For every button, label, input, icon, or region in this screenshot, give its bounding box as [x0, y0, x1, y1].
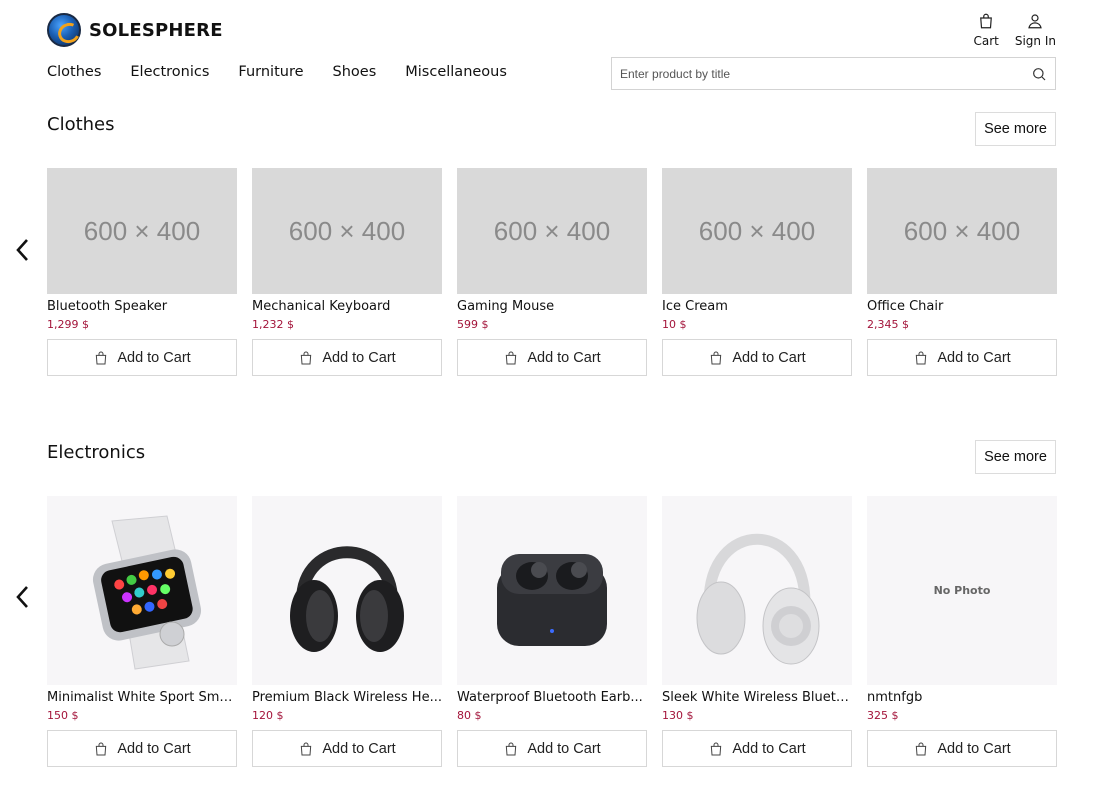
product-card[interactable]: 600 × 400 Bluetooth Speaker 1,299 $ Add …: [47, 168, 237, 376]
product-price: 1,232 $: [252, 318, 294, 331]
product-price: 10 $: [662, 318, 687, 331]
sign-in-label: Sign In: [1014, 34, 1056, 48]
product-card[interactable]: Minimalist White Sport Sma... 150 $ Add …: [47, 496, 237, 767]
product-image-missing: No Photo: [867, 496, 1057, 685]
product-card[interactable]: 600 × 400 Office Chair 2,345 $ Add to Ca…: [867, 168, 1057, 376]
product-image-placeholder: 600 × 400: [662, 168, 852, 294]
product-name: Waterproof Bluetooth Earb...: [457, 690, 643, 705]
section-title: Clothes: [47, 114, 115, 135]
user-icon: [1028, 14, 1043, 29]
add-to-cart-label: Add to Cart: [527, 740, 601, 757]
product-card[interactable]: No Photo nmtnfgb 325 $ Add to Cart: [867, 496, 1057, 767]
product-price: 120 $: [252, 709, 284, 722]
cart-label: Cart: [973, 34, 999, 48]
add-to-cart-button[interactable]: Add to Cart: [252, 339, 442, 376]
product-price: 2,345 $: [867, 318, 909, 331]
brand-logo[interactable]: SOLESPHERE: [47, 13, 223, 47]
shopping-bag-icon: [301, 351, 312, 364]
product-price: 599 $: [457, 318, 489, 331]
shopping-bag-icon: [96, 742, 107, 755]
product-image-placeholder: 600 × 400: [457, 168, 647, 294]
nav-item-shoes[interactable]: Shoes: [333, 64, 377, 80]
shopping-bag-icon: [711, 351, 722, 364]
add-to-cart-button[interactable]: Add to Cart: [252, 730, 442, 767]
add-to-cart-button[interactable]: Add to Cart: [662, 730, 852, 767]
earbuds-image: [457, 496, 647, 685]
add-to-cart-button[interactable]: Add to Cart: [867, 730, 1057, 767]
product-price: 80 $: [457, 709, 482, 722]
product-image-placeholder: 600 × 400: [47, 168, 237, 294]
product-card[interactable]: 600 × 400 Gaming Mouse 599 $ Add to Cart: [457, 168, 647, 376]
add-to-cart-button[interactable]: Add to Cart: [867, 339, 1057, 376]
brand-logo-icon: [47, 13, 81, 47]
add-to-cart-label: Add to Cart: [937, 349, 1011, 366]
shopping-bag-icon: [711, 742, 722, 755]
product-name: Gaming Mouse: [457, 299, 555, 314]
white-headphones-image: [662, 496, 852, 685]
cart-button[interactable]: Cart: [973, 12, 999, 48]
add-to-cart-label: Add to Cart: [732, 349, 806, 366]
search-input[interactable]: [612, 58, 1023, 89]
add-to-cart-label: Add to Cart: [527, 349, 601, 366]
product-price: 1,299 $: [47, 318, 89, 331]
add-to-cart-button[interactable]: Add to Cart: [457, 339, 647, 376]
product-name: Minimalist White Sport Sma...: [47, 690, 237, 705]
product-name: Premium Black Wireless He...: [252, 690, 442, 705]
shopping-bag-icon: [916, 351, 927, 364]
add-to-cart-label: Add to Cart: [117, 349, 191, 366]
shopping-bag-icon: [506, 742, 517, 755]
product-image-placeholder: 600 × 400: [252, 168, 442, 294]
shopping-bag-icon: [980, 13, 993, 29]
section-title: Electronics: [47, 442, 146, 463]
product-card[interactable]: Sleek White Wireless Blueto... 130 $ Add…: [662, 496, 852, 767]
add-to-cart-label: Add to Cart: [322, 740, 396, 757]
product-carousel: 600 × 400 Bluetooth Speaker 1,299 $ Add …: [47, 168, 1057, 376]
shopping-bag-icon: [916, 742, 927, 755]
product-price: 130 $: [662, 709, 694, 722]
product-name: Bluetooth Speaker: [47, 299, 168, 314]
smartwatch-image: [47, 496, 237, 685]
product-name: Office Chair: [867, 299, 944, 314]
nav-item-clothes[interactable]: Clothes: [47, 64, 101, 80]
see-more-button[interactable]: See more: [975, 440, 1056, 474]
add-to-cart-label: Add to Cart: [937, 740, 1011, 757]
add-to-cart-button[interactable]: Add to Cart: [457, 730, 647, 767]
product-card[interactable]: Premium Black Wireless He... 120 $ Add t…: [252, 496, 442, 767]
nav-item-miscellaneous[interactable]: Miscellaneous: [405, 64, 507, 80]
black-headphones-image: [252, 496, 442, 685]
product-price: 150 $: [47, 709, 79, 722]
chevron-left-icon[interactable]: [14, 584, 32, 610]
add-to-cart-button[interactable]: Add to Cart: [47, 730, 237, 767]
product-image-placeholder: 600 × 400: [867, 168, 1057, 294]
see-more-button[interactable]: See more: [975, 112, 1056, 146]
product-card[interactable]: 600 × 400 Ice Cream 10 $ Add to Cart: [662, 168, 852, 376]
shopping-bag-icon: [301, 742, 312, 755]
product-card[interactable]: 600 × 400 Mechanical Keyboard 1,232 $ Ad…: [252, 168, 442, 376]
brand-name: SOLESPHERE: [89, 19, 223, 41]
add-to-cart-label: Add to Cart: [732, 740, 806, 757]
product-name: Sleek White Wireless Blueto...: [662, 690, 852, 705]
header-actions: Cart Sign In: [973, 12, 1056, 48]
category-nav: Clothes Electronics Furniture Shoes Misc…: [47, 64, 507, 80]
add-to-cart-button[interactable]: Add to Cart: [47, 339, 237, 376]
product-name: Mechanical Keyboard: [252, 299, 391, 314]
add-to-cart-label: Add to Cart: [117, 740, 191, 757]
add-to-cart-button[interactable]: Add to Cart: [662, 339, 852, 376]
add-to-cart-label: Add to Cart: [322, 349, 396, 366]
product-name: nmtnfgb: [867, 690, 923, 705]
product-card[interactable]: Waterproof Bluetooth Earb... 80 $ Add to…: [457, 496, 647, 767]
product-name: Ice Cream: [662, 299, 728, 314]
sign-in-button[interactable]: Sign In: [1015, 12, 1056, 48]
chevron-left-icon[interactable]: [14, 237, 32, 263]
shopping-bag-icon: [96, 351, 107, 364]
nav-item-furniture[interactable]: Furniture: [238, 64, 303, 80]
no-photo-label: No Photo: [933, 584, 991, 597]
shopping-bag-icon: [506, 351, 517, 364]
nav-item-electronics[interactable]: Electronics: [130, 64, 209, 80]
product-carousel: Minimalist White Sport Sma... 150 $ Add …: [47, 496, 1057, 767]
product-price: 325 $: [867, 709, 899, 722]
search-bar: [611, 57, 1056, 90]
search-icon[interactable]: [1023, 58, 1055, 89]
